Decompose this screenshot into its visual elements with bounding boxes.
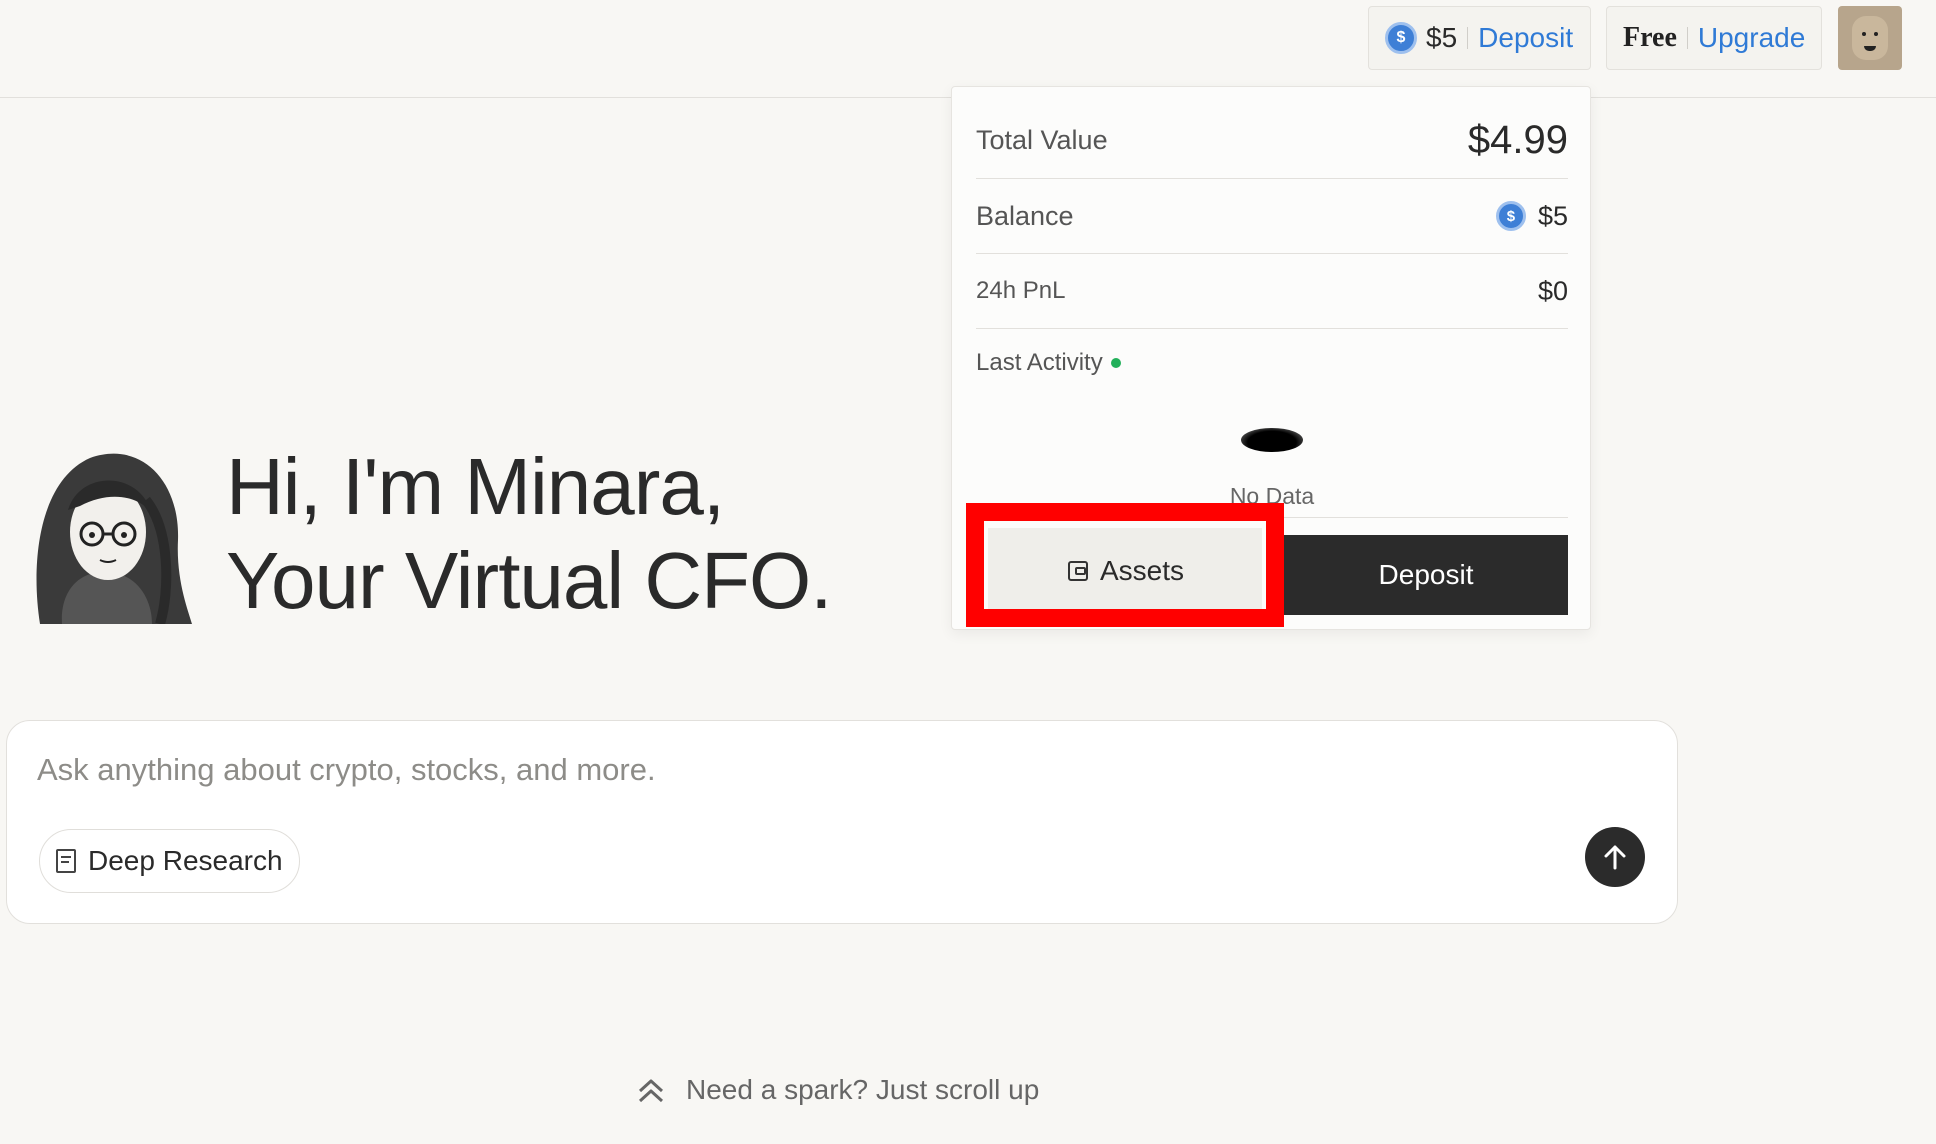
- send-button[interactable]: [1585, 827, 1645, 887]
- last-activity-label: Last Activity: [976, 349, 1103, 376]
- scroll-hint[interactable]: Need a spark? Just scroll up: [636, 1074, 1039, 1106]
- balance-amount: $5: [1426, 22, 1458, 53]
- usdc-coin-icon: $: [1385, 22, 1417, 54]
- assets-button[interactable]: Assets: [988, 528, 1262, 614]
- deposit-link[interactable]: Deposit: [1478, 22, 1573, 54]
- hero-line-2: Your Virtual CFO.: [226, 536, 832, 625]
- total-value-row: Total Value $4.99: [976, 103, 1568, 179]
- usdc-coin-icon: $: [1495, 201, 1526, 231]
- scroll-hint-text: Need a spark? Just scroll up: [686, 1074, 1040, 1105]
- last-activity: Last Activity: [976, 349, 1121, 377]
- top-bar: $ $5 Deposit Free Upgrade: [0, 0, 1936, 98]
- status-dot-icon: [1110, 358, 1121, 368]
- balance-pill[interactable]: $ $5 Deposit: [1368, 6, 1591, 70]
- avatar-face: [1852, 16, 1888, 60]
- deposit-label: Deposit: [1378, 559, 1474, 590]
- separator: [1686, 27, 1688, 49]
- avatar-eye: [1862, 32, 1866, 36]
- balance-value: $5: [1537, 200, 1568, 231]
- balance-value-group: $ $5: [1495, 200, 1568, 232]
- document-icon: [56, 849, 76, 873]
- empty-hole-icon: [1241, 428, 1303, 452]
- assets-label: Assets: [1099, 555, 1185, 586]
- pnl-row: 24h PnL $0: [976, 254, 1568, 329]
- no-data-text: No Data: [1229, 483, 1315, 509]
- upgrade-link[interactable]: Upgrade: [1698, 22, 1805, 54]
- plan-pill[interactable]: Free Upgrade: [1606, 6, 1822, 70]
- wallet-dropdown: Total Value $4.99 Balance $ $5 24h PnL $…: [951, 86, 1591, 630]
- divider: [976, 517, 1568, 518]
- chat-input[interactable]: [37, 747, 1437, 793]
- balance-row: Balance $ $5: [976, 179, 1568, 254]
- deep-research-label: Deep Research: [88, 845, 283, 876]
- hero-line-1: Hi, I'm Minara,: [226, 442, 725, 531]
- wallet-icon: [1067, 561, 1088, 581]
- hero-heading: Hi, I'm Minara, Your Virtual CFO.: [226, 440, 832, 628]
- chat-box: Deep Research: [6, 720, 1678, 924]
- arrow-up-icon: [1604, 845, 1626, 870]
- pnl-label: 24h PnL: [976, 277, 1066, 304]
- minara-portrait-image: [36, 453, 192, 624]
- user-avatar[interactable]: [1838, 6, 1902, 70]
- balance-label: Balance: [976, 200, 1074, 231]
- avatar-eye: [1874, 32, 1878, 36]
- deposit-button[interactable]: Deposit: [1284, 535, 1568, 615]
- double-chevron-up-icon: [638, 1079, 664, 1103]
- total-value-label: Total Value: [976, 125, 1108, 155]
- separator: [1467, 27, 1469, 49]
- plan-label: Free: [1623, 22, 1677, 53]
- deep-research-button[interactable]: Deep Research: [39, 829, 300, 893]
- total-value: $4.99: [1467, 118, 1568, 162]
- pnl-value: $0: [1537, 275, 1568, 306]
